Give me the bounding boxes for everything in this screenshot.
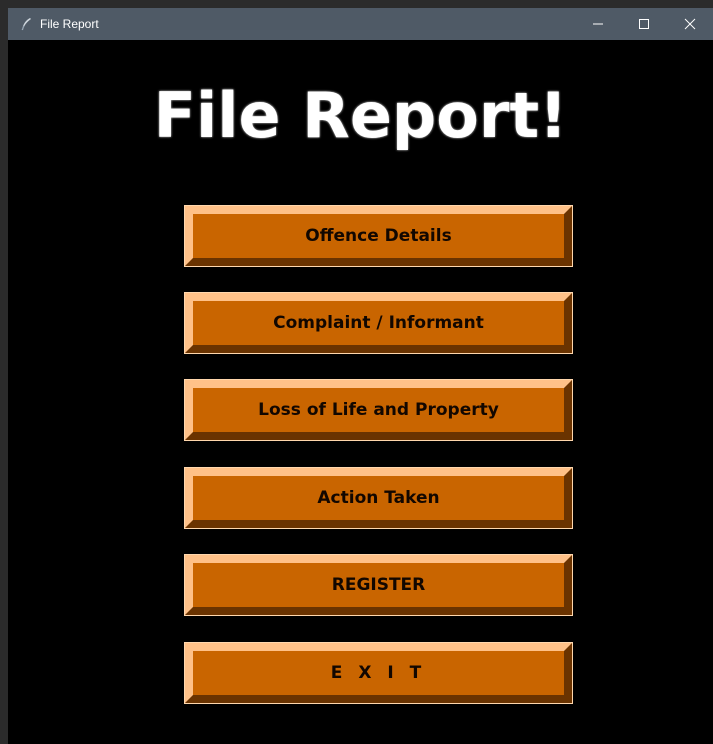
- minimize-icon: [593, 23, 603, 25]
- minimize-button[interactable]: [575, 8, 621, 40]
- exit-button[interactable]: E X I T: [184, 642, 573, 704]
- window-title: File Report: [40, 17, 99, 31]
- action-taken-label: Action Taken: [317, 488, 440, 508]
- feather-icon: [18, 16, 34, 32]
- complaint-informant-label: Complaint / Informant: [273, 313, 484, 333]
- title-bar[interactable]: File Report: [8, 8, 713, 40]
- main-content: File Report! Offence Details Complaint /…: [8, 40, 713, 744]
- close-icon: [684, 18, 696, 30]
- window-controls: [575, 8, 713, 40]
- action-taken-button[interactable]: Action Taken: [184, 467, 573, 529]
- app-window: File Report File Report! Offence Details…: [8, 8, 713, 744]
- close-button[interactable]: [667, 8, 713, 40]
- loss-of-life-property-button[interactable]: Loss of Life and Property: [184, 379, 573, 441]
- offence-details-label: Offence Details: [305, 226, 452, 246]
- offence-details-button[interactable]: Offence Details: [184, 205, 573, 267]
- register-label: REGISTER: [331, 575, 426, 595]
- maximize-button[interactable]: [621, 8, 667, 40]
- loss-of-life-property-label: Loss of Life and Property: [258, 400, 499, 420]
- register-button[interactable]: REGISTER: [184, 554, 573, 616]
- maximize-icon: [639, 19, 649, 29]
- complaint-informant-button[interactable]: Complaint / Informant: [184, 292, 573, 354]
- page-title: File Report!: [153, 79, 568, 152]
- exit-label: E X I T: [330, 663, 427, 683]
